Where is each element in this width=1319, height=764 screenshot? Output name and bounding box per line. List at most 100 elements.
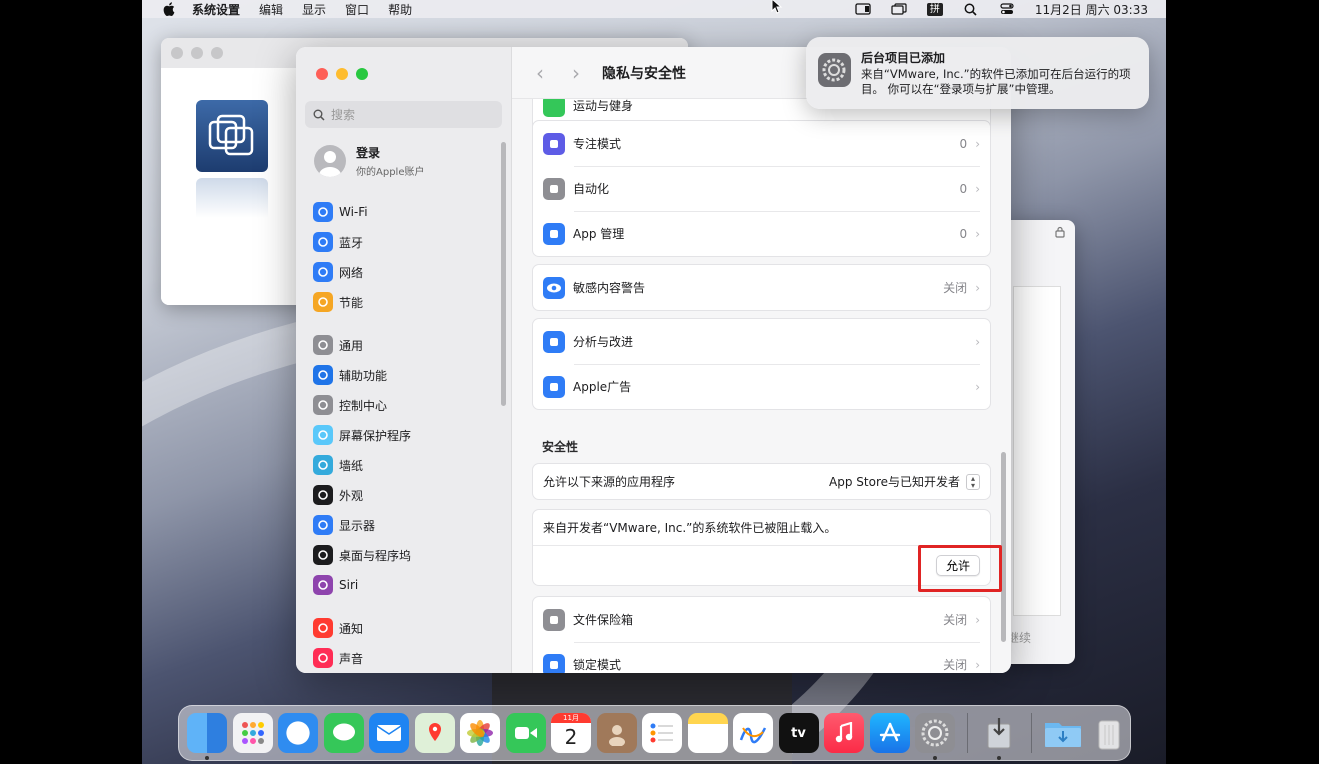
speaker-icon: [313, 648, 333, 668]
minimize-button[interactable]: [336, 68, 348, 80]
reminders-icon[interactable]: [642, 713, 682, 753]
finder-icon[interactable]: [187, 713, 227, 760]
close-button[interactable]: [316, 68, 328, 80]
stage-manager-icon[interactable]: [891, 3, 907, 15]
bell-icon: [313, 618, 333, 638]
sidebar-item-label: 节能: [339, 295, 364, 310]
apple-tv-label: tv: [791, 725, 806, 741]
system-settings-window: 搜索 登录 你的Apple账户 Wi-Fi 蓝牙网络节能通用辅助功能控制中心屏幕保…: [296, 47, 1011, 673]
chevron-right-icon: ›: [975, 334, 980, 349]
sidebar-item-9[interactable]: 外观: [313, 484, 363, 506]
trash-icon[interactable]: [1089, 713, 1129, 753]
sidebar-item-13[interactable]: 通知: [313, 617, 363, 639]
sidebar-item-10[interactable]: 显示器: [313, 514, 375, 536]
menubar-clock[interactable]: 11月2日 周六 03:33: [1035, 1, 1148, 18]
notification-banner[interactable]: 后台项目已添加 来自“VMware, Inc.”的软件已添加可在后台运行的项目。…: [806, 37, 1149, 109]
list-item[interactable]: 分析与改进 ›: [533, 319, 990, 364]
running-indicator: [205, 756, 209, 760]
vmware-tools-logo-icon: [196, 100, 268, 172]
sidebar-item-12[interactable]: Siri: [313, 574, 358, 596]
popup-value: App Store与已知开发者: [829, 475, 960, 489]
sidebar-item-8[interactable]: 墙纸: [313, 454, 363, 476]
music-icon[interactable]: [824, 713, 864, 753]
menu-window[interactable]: 窗口: [345, 1, 369, 18]
row-label: 敏感内容警告: [573, 281, 646, 295]
maps-icon[interactable]: [414, 713, 455, 753]
notes-icon[interactable]: [687, 713, 728, 753]
safari-icon[interactable]: [278, 713, 318, 753]
control-center-icon[interactable]: [999, 3, 1015, 15]
list-item[interactable]: App 管理 0 ›: [533, 211, 990, 256]
zoom-button[interactable]: [356, 68, 368, 80]
flower-icon: [313, 455, 333, 475]
system-settings-icon[interactable]: [915, 713, 955, 760]
sidebar-item-5[interactable]: 辅助功能: [313, 364, 387, 386]
sidebar-item-label: 网络: [339, 265, 364, 280]
facetime-icon[interactable]: [505, 713, 546, 753]
mouse-cursor-icon: [771, 0, 783, 18]
siri-icon: [313, 575, 333, 595]
row-value: 0: [959, 181, 968, 196]
account-title: 登录: [356, 146, 381, 160]
sidebar-item-0[interactable]: Wi-Fi: [313, 201, 368, 223]
running-indicator: [997, 756, 1001, 760]
row-value: 0: [959, 226, 968, 241]
calendar-icon[interactable]: 11月 2: [551, 713, 591, 753]
menu-app-name[interactable]: 系统设置: [192, 1, 240, 18]
launchpad-icon[interactable]: [232, 713, 273, 753]
list-item[interactable]: 文件保险箱 关闭 ›: [533, 597, 990, 642]
sidebar-item-14[interactable]: 声音: [313, 647, 363, 669]
avatar: [314, 145, 346, 177]
sidebar-item-2[interactable]: 网络: [313, 261, 363, 283]
allow-source-popup[interactable]: App Store与已知开发者 ▴ ▾: [829, 473, 980, 490]
card-group-filevault: 文件保险箱 关闭 › 锁定模式 关闭 ›: [532, 596, 991, 673]
photos-icon[interactable]: [460, 713, 500, 753]
hand-icon: [543, 653, 565, 673]
card-allow-apps: 允许以下来源的应用程序 App Store与已知开发者 ▴ ▾: [532, 463, 991, 500]
list-item[interactable]: Apple广告 ›: [533, 364, 990, 409]
mail-icon[interactable]: [369, 713, 409, 753]
list-item[interactable]: 锁定模式 关闭 ›: [533, 642, 990, 673]
sidebar-item-7[interactable]: 屏幕保护程序: [313, 424, 411, 446]
sidebar-item-1[interactable]: 蓝牙: [313, 231, 363, 253]
menu-help[interactable]: 帮助: [388, 1, 412, 18]
forward-chevron-icon[interactable]: ›: [566, 61, 586, 85]
messages-icon[interactable]: [323, 713, 364, 753]
close-button-inactive[interactable]: [171, 47, 183, 59]
apple-account-signin[interactable]: 登录 你的Apple账户: [314, 144, 424, 178]
gear-icon: [313, 335, 333, 355]
chevron-right-icon: ›: [975, 226, 980, 241]
minimize-button-inactive[interactable]: [191, 47, 203, 59]
freeform-icon[interactable]: [733, 713, 773, 753]
downloads-folder-icon[interactable]: [1043, 713, 1083, 753]
list-item[interactable]: 专注模式 0 ›: [533, 121, 990, 166]
chevron-right-icon: ›: [975, 136, 980, 151]
contacts-icon[interactable]: [596, 713, 637, 753]
apple-menu-icon[interactable]: [162, 2, 176, 16]
apple-tv-icon[interactable]: tv: [778, 713, 819, 753]
menu-bar: 系统设置 编辑 显示 窗口 帮助 拼 11月2日 周六 03:33: [142, 0, 1166, 18]
sidebar-item-4[interactable]: 通用: [313, 334, 363, 356]
back-chevron-icon[interactable]: ‹: [530, 61, 550, 85]
installer-icon[interactable]: [979, 713, 1019, 760]
input-method-indicator[interactable]: 拼: [926, 2, 943, 16]
appstore-icon: [543, 222, 565, 245]
spotlight-search-icon[interactable]: [963, 3, 979, 16]
search-input[interactable]: 搜索: [305, 101, 502, 128]
menu-view[interactable]: 显示: [302, 1, 326, 18]
notification-title: 后台项目已添加: [860, 51, 945, 65]
list-item-sensitive-content[interactable]: 敏感内容警告 关闭 ›: [533, 265, 990, 310]
menu-edit[interactable]: 编辑: [259, 1, 283, 18]
sidebar-item-3[interactable]: 节能: [313, 291, 363, 313]
zoom-button-inactive[interactable]: [211, 47, 223, 59]
sidebar-item-label: 辅助功能: [339, 368, 388, 383]
sidebar-scrollbar[interactable]: [501, 142, 506, 406]
sidebar-item-11[interactable]: 桌面与程序坞: [313, 544, 411, 566]
blocked-message-row: 来自开发者“VMware, Inc.”的系统软件已被阻止载入。: [533, 510, 990, 545]
list-item[interactable]: 自动化 0 ›: [533, 166, 990, 211]
sidebar-item-label: 桌面与程序坞: [339, 548, 412, 563]
sidebar-item-6[interactable]: 控制中心: [313, 394, 387, 416]
app-store-icon[interactable]: [869, 713, 910, 753]
screen-mirror-icon[interactable]: [855, 3, 871, 15]
search-placeholder: 搜索: [331, 108, 356, 122]
